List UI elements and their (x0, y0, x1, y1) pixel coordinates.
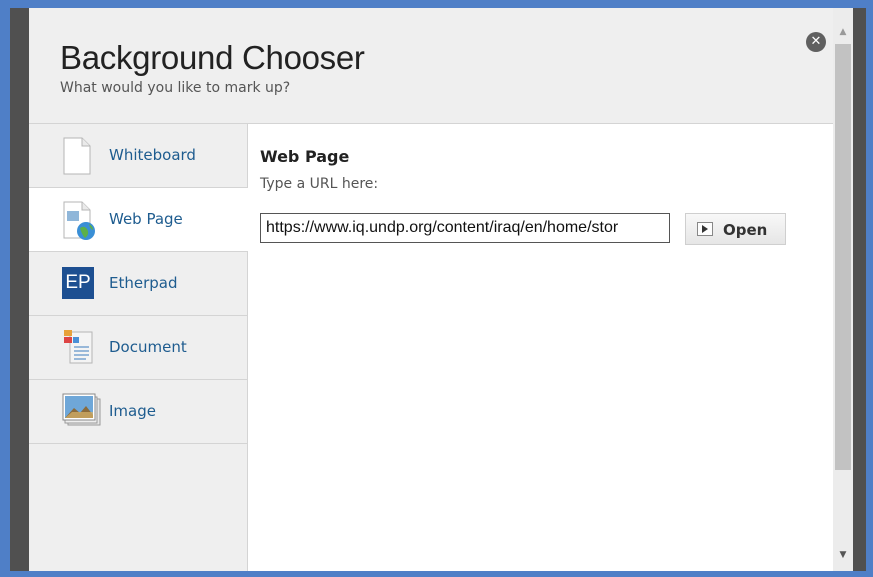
sidebar-item-etherpad[interactable]: EP Etherpad (29, 252, 247, 316)
url-label: Type a URL here: (260, 176, 379, 192)
sidebar-item-label: Whiteboard (109, 146, 196, 164)
url-input[interactable] (260, 213, 670, 243)
open-button-label: Open (723, 221, 768, 239)
sidebar-item-label: Web Page (109, 210, 183, 228)
content-panel: Web Page Type a URL here: Open (248, 124, 838, 571)
background-chooser-dialog: Background Chooser What would you like t… (29, 8, 852, 571)
sidebar-item-label: Document (109, 338, 187, 356)
vertical-scrollbar[interactable]: ▲ ▼ (833, 8, 853, 571)
etherpad-icon-text: EP (65, 272, 91, 293)
scrollbar-thumb[interactable] (835, 44, 851, 470)
blank-page-icon (63, 137, 91, 175)
document-icon (64, 330, 93, 364)
scroll-up-icon[interactable]: ▲ (833, 24, 853, 40)
window-frame: Background Chooser What would you like t… (10, 8, 866, 571)
sidebar-item-label: Etherpad (109, 274, 178, 292)
sidebar-item-document[interactable]: Document (29, 316, 247, 380)
content-title: Web Page (260, 147, 350, 166)
sidebar-item-label: Image (109, 402, 156, 420)
dialog-subtitle: What would you like to mark up? (60, 80, 291, 96)
sidebar-item-image[interactable]: Image (29, 380, 247, 444)
image-icon (62, 393, 101, 426)
sidebar: Whiteboard Web Page EP Etherpad Document… (29, 124, 248, 571)
close-icon[interactable]: ✕ (806, 32, 826, 52)
scroll-down-icon[interactable]: ▼ (833, 547, 853, 563)
dialog-title: Background Chooser (60, 39, 365, 76)
play-icon (697, 222, 713, 236)
dialog-header: Background Chooser What would you like t… (29, 8, 852, 124)
open-button[interactable]: Open (685, 213, 786, 245)
sidebar-item-whiteboard[interactable]: Whiteboard (29, 124, 247, 188)
web-page-globe-icon (63, 201, 95, 240)
etherpad-icon: EP (62, 267, 94, 299)
sidebar-item-web-page[interactable]: Web Page (29, 188, 248, 252)
